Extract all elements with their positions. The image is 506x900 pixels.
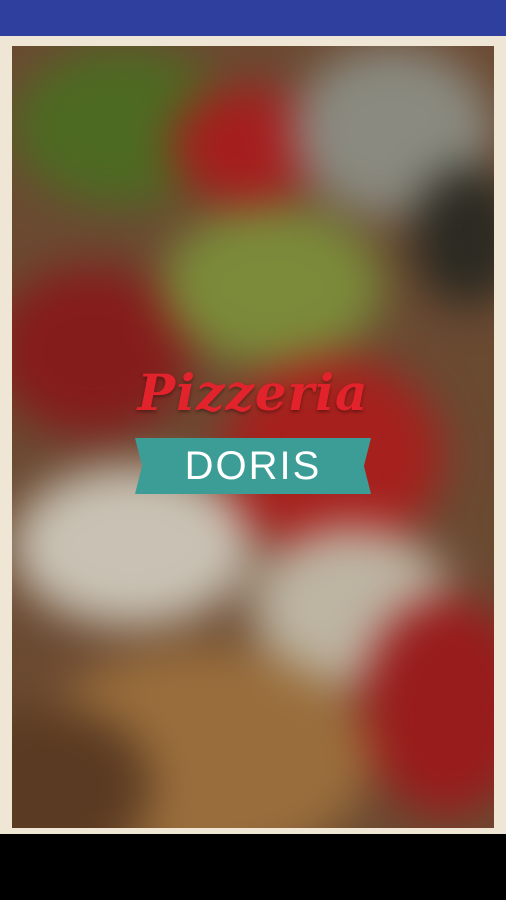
- pizza-background-image: Pizzeria DORIS: [12, 46, 494, 828]
- pizzeria-doris-logo: Pizzeria DORIS: [12, 364, 494, 494]
- status-bar: [0, 0, 506, 36]
- logo-ribbon: DORIS: [135, 438, 371, 494]
- splash-screen: Pizzeria DORIS: [0, 36, 506, 834]
- logo-subtitle: DORIS: [184, 444, 322, 488]
- logo-title: Pizzeria: [137, 363, 369, 422]
- navigation-bar: [0, 834, 506, 900]
